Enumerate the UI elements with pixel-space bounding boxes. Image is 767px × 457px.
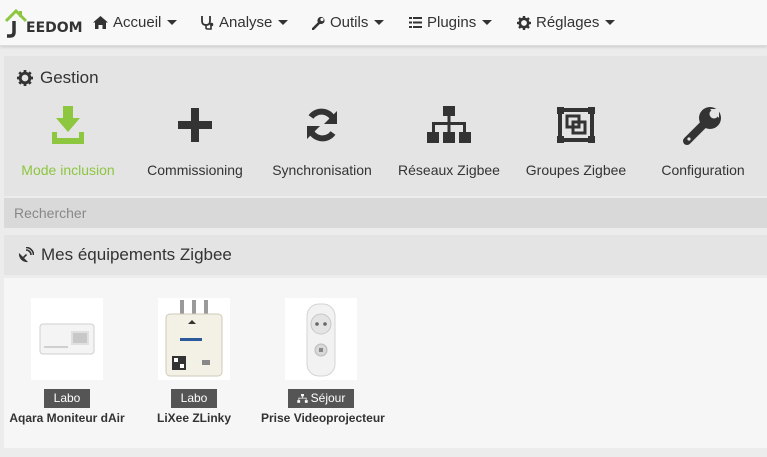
commissioning-label: Commissioning <box>147 162 243 178</box>
prise-device-image <box>285 298 357 380</box>
tasks-icon <box>409 16 422 29</box>
sync-icon <box>257 100 387 150</box>
chevron-down-icon <box>167 20 178 25</box>
equipements-title-text: Mes équipements Zigbee <box>41 245 232 264</box>
chevron-down-icon <box>482 20 493 25</box>
download-icon <box>3 100 133 150</box>
stethoscope-icon <box>201 15 214 30</box>
reseaux-zigbee-button[interactable]: Réseaux Zigbee <box>384 100 514 178</box>
chevron-down-icon <box>605 20 616 25</box>
nav-accueil[interactable]: Accueil <box>93 0 178 45</box>
top-navbar: EEDOM Accueil Analyse Outils Plugins Rég <box>0 0 767 46</box>
cogs-icon <box>17 70 33 86</box>
nav-analyse[interactable]: Analyse <box>201 0 289 45</box>
equipment-card-prise[interactable]: Séjour Prise Videoprojecteur <box>261 298 385 425</box>
room-badge: Labo <box>44 389 90 408</box>
nav-plugins[interactable]: Plugins <box>409 0 493 45</box>
room-badge: Séjour <box>287 389 355 408</box>
search-input[interactable] <box>4 198 767 228</box>
lixee-device-image <box>158 298 230 380</box>
equipements-panel: Labo Aqara Moniteur dAir Labo LiXee ZLin… <box>4 278 767 448</box>
chevron-down-icon <box>278 20 289 25</box>
room-badge-label: Séjour <box>310 391 346 405</box>
groupes-zigbee-button[interactable]: Groupes Zigbee <box>511 100 641 178</box>
nav-reglages[interactable]: Réglages <box>517 0 616 45</box>
wrench-icon <box>312 16 325 30</box>
equipment-card-aqara[interactable]: Labo Aqara Moniteur dAir <box>7 298 127 425</box>
object-group-icon <box>511 100 641 150</box>
home-icon <box>93 16 108 29</box>
plus-icon <box>130 100 260 150</box>
nav-reglages-label: Réglages <box>536 14 600 31</box>
aqara-device-image <box>31 298 103 380</box>
nav-outils-label: Outils <box>330 14 369 31</box>
equipment-card-lixee[interactable]: Labo LiXee ZLinky <box>134 298 254 425</box>
groupes-zigbee-label: Groupes Zigbee <box>525 162 627 178</box>
mode-inclusion-label: Mode inclusion <box>21 162 115 178</box>
equipment-name: Prise Videoprojecteur <box>261 411 385 425</box>
commissioning-button[interactable]: Commissioning <box>130 100 260 178</box>
cogs-icon <box>517 15 531 30</box>
logo-text: EEDOM <box>26 20 83 36</box>
equipment-name: LiXee ZLinky <box>156 411 232 425</box>
sitemap-icon <box>296 394 308 403</box>
reseaux-zigbee-label: Réseaux Zigbee <box>398 162 500 178</box>
nav-plugins-label: Plugins <box>427 14 477 31</box>
sitemap-icon <box>384 100 514 150</box>
nav-analyse-label: Analyse <box>219 14 273 31</box>
configuration-button[interactable]: Configuration <box>638 100 767 178</box>
equipements-title: Mes équipements Zigbee <box>17 245 232 265</box>
room-badge: Labo <box>171 389 217 408</box>
configuration-label: Configuration <box>661 162 745 178</box>
jeedom-logo[interactable]: EEDOM <box>4 5 83 39</box>
synchronisation-button[interactable]: Synchronisation <box>257 100 387 178</box>
gestion-title-text: Gestion <box>40 68 99 87</box>
mode-inclusion-button[interactable]: Mode inclusion <box>3 100 133 178</box>
nav-accueil-label: Accueil <box>113 14 162 31</box>
synchronisation-label: Synchronisation <box>272 162 372 178</box>
gestion-title: Gestion <box>17 68 99 88</box>
equipment-name: Aqara Moniteur dAir <box>9 411 125 425</box>
satellite-dish-icon <box>17 246 34 264</box>
chevron-down-icon <box>374 20 385 25</box>
wrench-icon <box>638 100 767 150</box>
nav-outils[interactable]: Outils <box>312 0 385 45</box>
